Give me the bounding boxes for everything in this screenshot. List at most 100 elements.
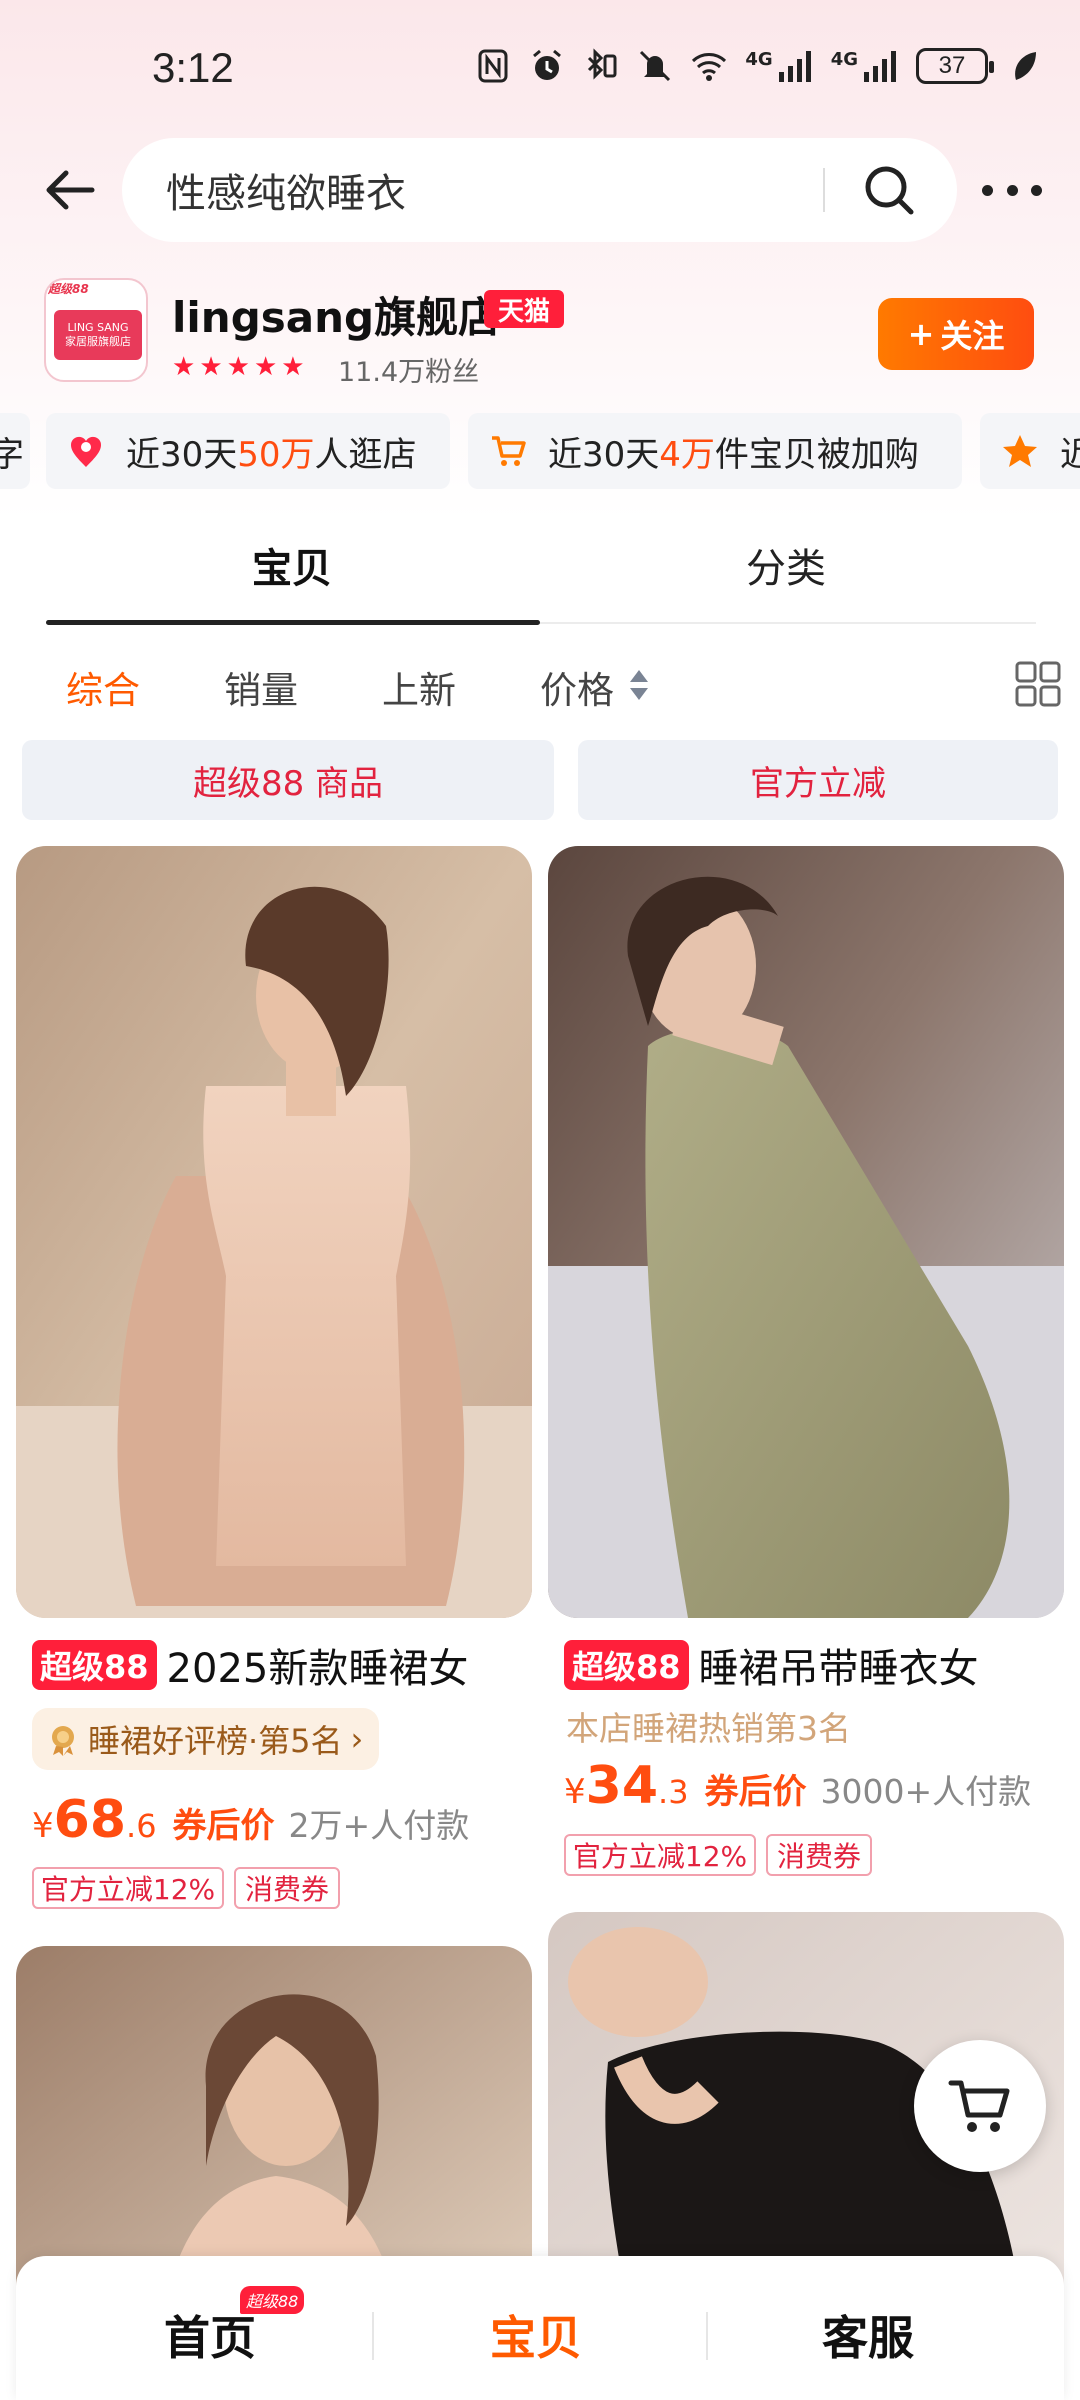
filter-super88[interactable]: 超级88 商品 [22,740,554,820]
super88-badge: 超级88 [32,1640,157,1690]
floating-cart-button[interactable] [914,2040,1046,2172]
star-icon: ★ [172,352,196,382]
star-icon: ★ [226,352,250,382]
stat-chip-partial-label: 字 [0,434,24,475]
plus-icon: + [907,315,935,353]
price-decimal: .3 [658,1773,689,1811]
search-bar[interactable]: 性感纯欲睡衣 [122,138,957,242]
sort-comprehensive[interactable]: 综合 [66,660,140,714]
stat-pre: 近 [1060,434,1080,475]
active-tab-indicator [46,620,540,625]
nav-customer-service[interactable]: 客服 [822,2302,914,2368]
tmall-badge: 天猫 [484,290,564,328]
product-title-text: 睡裙吊带睡衣女 [698,1646,979,1692]
logo-badge: 超级88 [48,282,89,296]
price-label: 券后价 [704,1772,807,1812]
super88-badge: 超级88 [564,1640,689,1690]
price-integer: 68 [53,1790,127,1850]
product-title[interactable]: 超级88 2025新款睡裙女 [32,1636,468,1694]
bottom-navigation: 首页 超级88 宝贝 客服 [16,2256,1064,2400]
ranking-text[interactable]: 本店睡裙热销第3名 [566,1702,851,1750]
promo-tag: 官方立减12% [32,1867,224,1909]
stat-pre: 近30天 [126,434,238,475]
star-icon: ★ [199,352,223,382]
nav-separator [372,2312,374,2360]
price-row: ¥ 68 .6 券后价 2万+人付款 [32,1790,469,1850]
product-image[interactable] [548,846,1064,1618]
store-logo[interactable]: 超级88 LING SANG 家居服旗舰店 [44,278,148,382]
logo-brand: LING SANG [67,321,129,334]
star-icon: ★ [253,352,278,382]
star-icon: ★ [281,352,305,382]
bluetooth-battery-icon [583,48,619,84]
status-time: 3:12 [152,44,234,91]
filter-official-discount[interactable]: 官方立减 [578,740,1058,820]
coupon-tag: 消费券 [234,1867,340,1909]
product-photo [16,846,532,1618]
tab-products[interactable]: 宝贝 [252,536,332,594]
product-title[interactable]: 超级88 睡裙吊带睡衣女 [564,1636,979,1694]
product-image[interactable] [16,846,532,1618]
star-icon [1003,435,1037,467]
grid-view-icon[interactable] [1014,660,1062,708]
battery-indicator: 37 [916,48,994,84]
stat-pre: 近30天 [548,434,660,475]
signal-type-label: 4G [830,48,858,70]
sales-count: 3000+人付款 [820,1772,1032,1811]
back-button[interactable] [40,160,100,220]
stat-highlight: 4万 [659,434,715,475]
shopping-cart-icon [948,2080,1010,2132]
cart-icon [492,436,526,466]
more-options-button[interactable] [982,166,1042,214]
search-divider [823,168,825,212]
coupon-tag: 消费券 [766,1834,872,1876]
sort-price[interactable]: 价格 [540,660,614,714]
logo-subtitle: 家居服旗舰店 [65,335,131,348]
signal-icon [862,48,898,84]
currency-symbol: ¥ [32,1806,54,1846]
sort-new[interactable]: 上新 [382,660,456,714]
back-arrow-icon [46,170,95,210]
nav-separator [706,2312,708,2360]
heart-pin-icon [70,436,102,467]
stat-chip-partial[interactable]: 字 [0,413,30,489]
price-row: ¥ 34 .3 券后价 3000+人付款 [564,1756,1031,1816]
signal-icon [777,48,813,84]
stat-highlight: 50万 [237,434,315,475]
follow-button[interactable]: + 关注 [878,298,1034,370]
price-integer: 34 [585,1756,659,1816]
wifi-icon [691,48,727,84]
nav-products[interactable]: 宝贝 [490,2302,582,2368]
stat-post: 件宝贝被加购 [714,434,919,475]
chevron-right-icon: › [350,1720,364,1758]
search-icon[interactable] [861,162,917,218]
ranking-pill[interactable]: 睡裙好评榜·第5名 › [32,1708,380,1770]
dot [1006,184,1018,196]
status-icons: 4G 4G 37 [475,48,1042,84]
medal-icon [52,1726,74,1756]
stat-post: 人逛店 [314,434,417,475]
currency-symbol: ¥ [564,1772,586,1812]
stat-chip-cart-adds[interactable]: 近30天 4万 件宝贝被加购 [468,413,962,489]
store-name[interactable]: lingsang旗舰店 [172,284,500,345]
price-decimal: .6 [126,1807,157,1845]
sales-count: 2万+人付款 [288,1806,470,1845]
ranking-text: 睡裙好评榜·第5名 [88,1722,343,1760]
search-input[interactable]: 性感纯欲睡衣 [166,161,823,219]
dot [982,184,993,196]
stat-chip-visitors[interactable]: 近30天 50万 人逛店 [46,413,450,489]
sort-sales[interactable]: 销量 [224,660,298,714]
dot [1031,184,1042,196]
sort-arrows-icon[interactable] [628,668,650,702]
price-label: 券后价 [172,1806,275,1846]
leaf-icon [1006,48,1042,84]
stat-chip-partial[interactable]: 近 [980,413,1080,489]
signal-type-label: 4G [745,48,773,70]
nav-home-badge: 超级88 [240,2286,305,2314]
alarm-icon [529,48,565,84]
follow-label: 关注 [940,317,1005,355]
nfc-icon [475,48,511,84]
tab-categories[interactable]: 分类 [746,536,826,594]
product-photo [548,846,1064,1618]
store-stats-row: 字 近30天 50万 人逛店 近30天 4万 件宝贝被加购 近 [0,413,1080,489]
